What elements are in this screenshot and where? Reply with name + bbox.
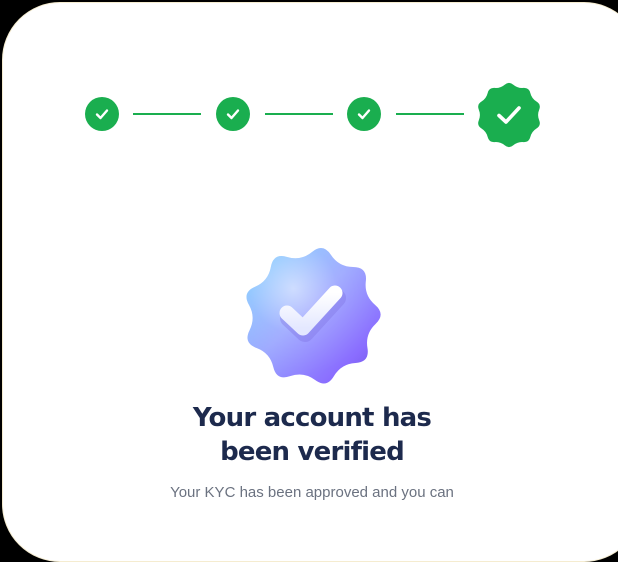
verified-badge-icon [478,82,540,148]
step-connector-2 [265,113,333,115]
verification-stepper [3,3,618,203]
page-subtitle: Your KYC has been approved and you can [170,484,454,501]
check-icon [357,109,371,120]
step-2-complete [216,97,250,131]
step-connector-1 [133,113,201,115]
page-title-line-2: been verified [220,437,405,467]
step-3-complete [347,97,381,131]
check-icon [95,109,109,120]
step-connector-3 [396,113,464,115]
verification-card: Your account has been verified Your KYC … [2,2,618,562]
verified-badge-icon [246,248,381,384]
step-1-complete [85,97,119,131]
check-icon [226,109,240,120]
page-title: Your account has [192,403,432,433]
